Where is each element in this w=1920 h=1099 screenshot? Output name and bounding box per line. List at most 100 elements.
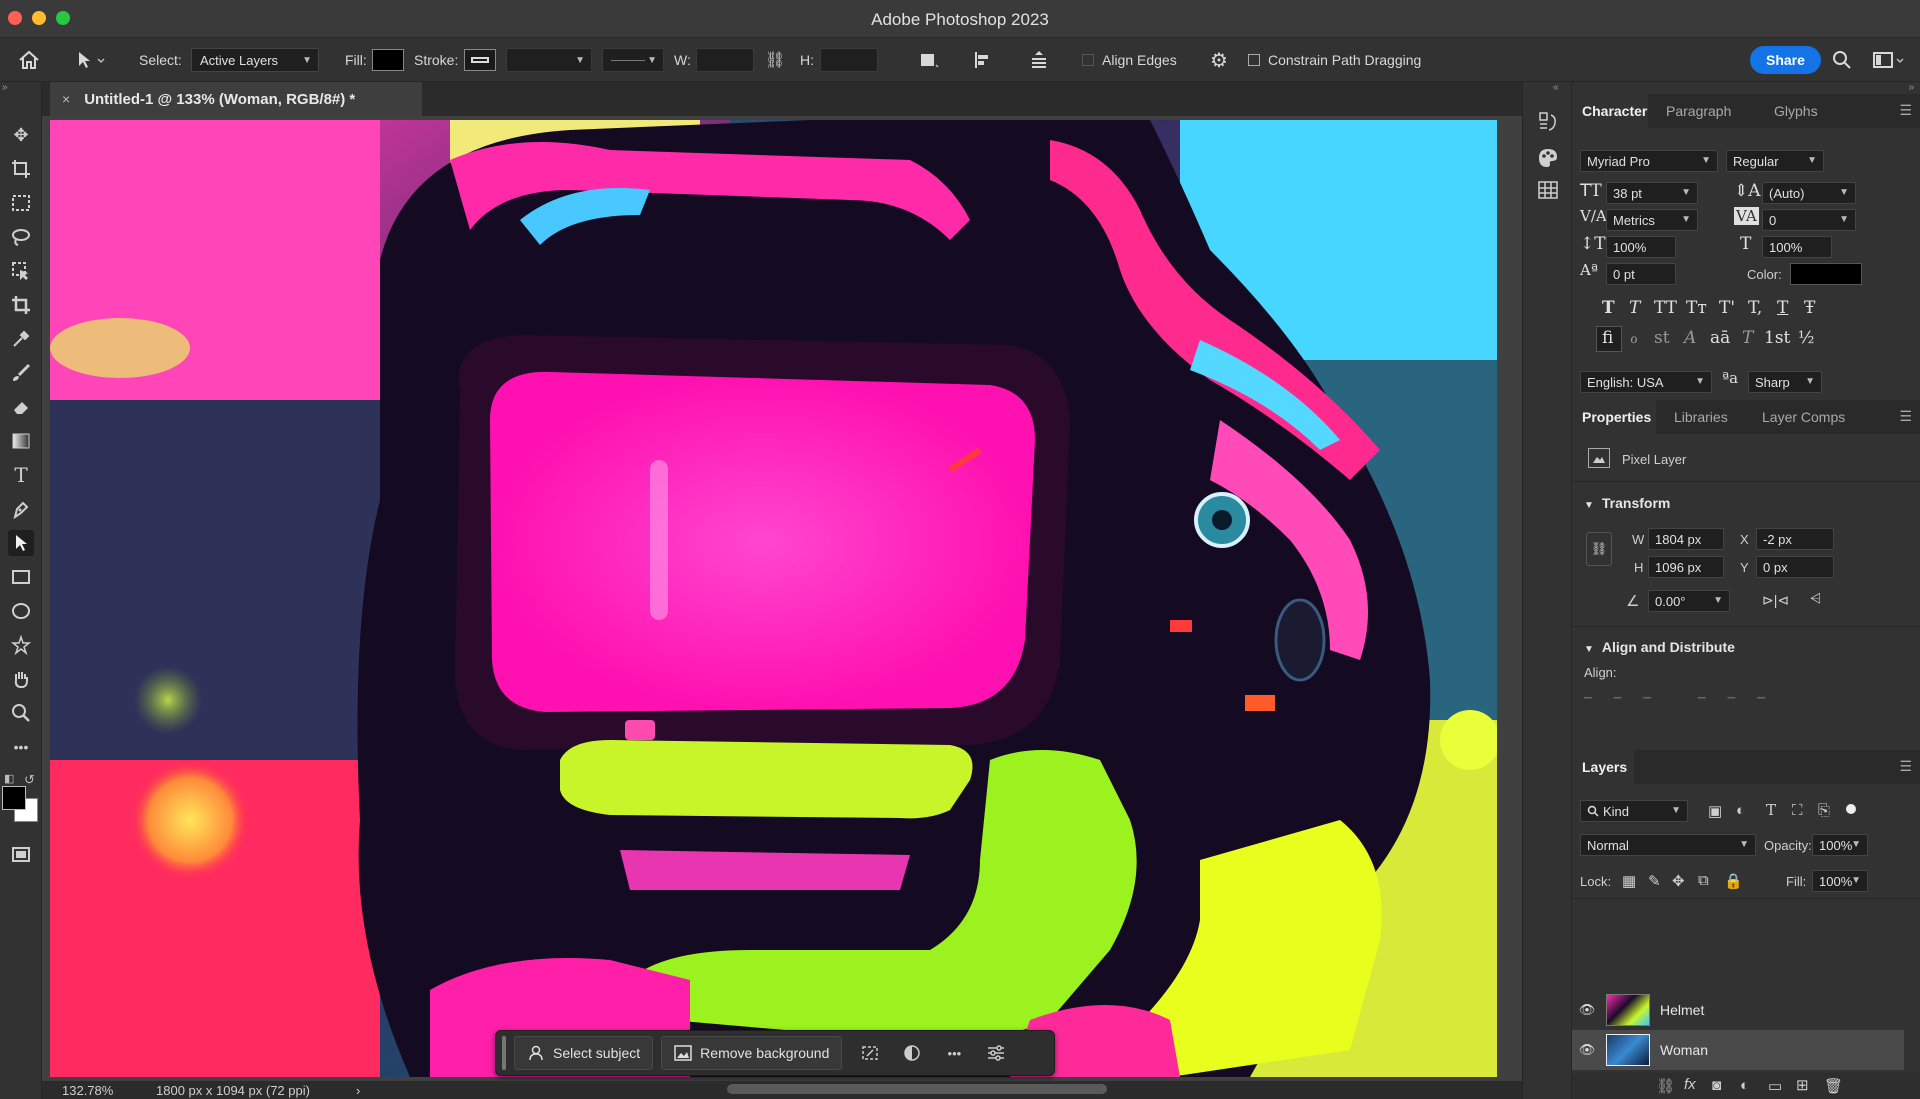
ordinals-button[interactable]: 1st xyxy=(1764,328,1790,348)
small-caps-button[interactable]: Tт xyxy=(1686,298,1707,318)
faux-bold-button[interactable]: T xyxy=(1602,298,1615,318)
filter-toggle-icon[interactable] xyxy=(1846,804,1856,814)
horizontal-scale-field[interactable]: 100% xyxy=(1762,236,1832,258)
ellipse-tool-icon[interactable] xyxy=(8,598,34,624)
new-group-icon[interactable]: ▭ xyxy=(1768,1077,1782,1095)
lock-all-icon[interactable]: 🔒 xyxy=(1724,872,1743,890)
layer-style-fx-icon[interactable]: fx xyxy=(1684,1076,1696,1093)
contextual-alternates-button[interactable]: ℴ xyxy=(1630,328,1638,348)
more-options-icon[interactable]: ••• xyxy=(936,1036,972,1070)
new-layer-icon[interactable]: ⊞ xyxy=(1796,1076,1809,1094)
move-tool-icon[interactable]: ✥ xyxy=(8,122,34,148)
align-distribute-section-title[interactable]: ▼ Align and Distribute xyxy=(1584,639,1735,655)
filter-shape-icon[interactable]: ⛶ xyxy=(1792,802,1803,819)
tab-layer-comps[interactable]: Layer Comps xyxy=(1752,400,1855,434)
color-palette-icon[interactable] xyxy=(1536,146,1560,170)
transform-section-title[interactable]: ▼ Transform xyxy=(1584,495,1670,511)
status-menu-arrow[interactable]: › xyxy=(356,1083,360,1098)
select-subject-button[interactable]: Select subject xyxy=(514,1036,654,1070)
direct-selection-tool-icon[interactable] xyxy=(8,530,34,556)
tab-layers[interactable]: Layers xyxy=(1572,750,1634,784)
path-selection-tool-icon[interactable] xyxy=(76,38,106,82)
align-buttons-row[interactable]: ▁▁▁ ▁▁▁ xyxy=(1584,688,1814,699)
drag-handle[interactable] xyxy=(502,1036,506,1070)
lock-transparent-icon[interactable]: ▦ xyxy=(1622,872,1636,890)
swash-button[interactable]: A xyxy=(1684,328,1696,348)
layer-filter-kind-dropdown[interactable]: Kind ▼ xyxy=(1580,800,1688,822)
strikethrough-button[interactable]: Ŧ xyxy=(1804,298,1815,318)
panel-menu-icon[interactable]: ☰ xyxy=(1899,102,1912,119)
transform-width-field[interactable]: 1804 px xyxy=(1648,528,1724,550)
constrain-path-checkbox[interactable] xyxy=(1248,54,1260,66)
fill-swatch[interactable] xyxy=(372,49,404,71)
filter-smart-object-icon[interactable]: ⎘ xyxy=(1818,802,1830,819)
subscript-button[interactable]: T, xyxy=(1748,298,1762,318)
crop-tool-icon[interactable] xyxy=(8,292,34,318)
path-operations-icon[interactable] xyxy=(918,38,940,82)
discretionary-ligatures-button[interactable]: st xyxy=(1654,328,1670,348)
tab-character[interactable]: Character xyxy=(1572,94,1648,128)
gradient-tool-icon[interactable] xyxy=(8,428,34,454)
leading-field[interactable]: (Auto) ▼ xyxy=(1762,182,1856,204)
width-field[interactable] xyxy=(696,48,754,72)
faux-italic-button[interactable]: T xyxy=(1629,298,1640,318)
font-style-dropdown[interactable]: Regular ▼ xyxy=(1726,150,1824,172)
zoom-level[interactable]: 132.78% xyxy=(62,1083,113,1098)
path-arrangement-icon[interactable] xyxy=(1027,38,1051,82)
height-field[interactable] xyxy=(820,48,878,72)
antialias-dropdown[interactable]: Sharp ▼ xyxy=(1748,371,1822,393)
align-edges-checkbox[interactable] xyxy=(1082,54,1094,66)
brush-tool-icon[interactable] xyxy=(8,360,34,386)
stroke-swatch[interactable] xyxy=(464,49,496,71)
fill-field[interactable]: 100% ▼ xyxy=(1812,870,1868,892)
filter-type-icon[interactable]: T xyxy=(1766,801,1776,819)
stylistic-alternates-button[interactable]: aā xyxy=(1710,328,1730,348)
filter-adjustment-icon[interactable]: ◐ xyxy=(1736,802,1745,819)
remove-background-button[interactable]: Remove background xyxy=(661,1036,843,1070)
transform-y-field[interactable]: 0 px xyxy=(1756,556,1834,578)
link-dimensions-icon[interactable]: ⛓ xyxy=(1586,532,1612,566)
collapse-toolbar-icon[interactable]: » xyxy=(2,82,8,93)
object-selection-tool-icon[interactable] xyxy=(8,258,34,284)
panel-menu-icon[interactable]: ☰ xyxy=(1899,408,1912,425)
font-size-field[interactable]: 38 pt ▼ xyxy=(1606,182,1698,204)
link-layers-icon[interactable]: ⛓ xyxy=(1656,1077,1675,1095)
titling-alternates-button[interactable]: T xyxy=(1742,328,1753,348)
lasso-tool-icon[interactable] xyxy=(8,224,34,250)
trash-icon[interactable]: 🗑 xyxy=(1824,1077,1843,1095)
vertical-scale-field[interactable]: 100% xyxy=(1606,236,1676,258)
zoom-tool-icon[interactable] xyxy=(8,700,34,726)
type-tool-icon[interactable]: T xyxy=(8,462,34,488)
eyedropper-tool-icon[interactable] xyxy=(8,326,34,352)
hand-tool-icon[interactable] xyxy=(8,666,34,692)
tab-paragraph[interactable]: Paragraph xyxy=(1656,94,1741,128)
transform-selection-icon[interactable] xyxy=(852,1036,888,1070)
quick-mask-icon[interactable] xyxy=(8,842,34,868)
language-dropdown[interactable]: English: USA ▼ xyxy=(1580,371,1712,393)
kerning-field[interactable]: Metrics ▼ xyxy=(1606,209,1698,231)
workspace-icon[interactable] xyxy=(1872,38,1904,82)
rectangle-tool-icon[interactable] xyxy=(8,564,34,590)
custom-shape-tool-icon[interactable] xyxy=(8,632,34,658)
swatches-grid-icon[interactable] xyxy=(1536,178,1560,202)
gear-icon[interactable]: ⚙ xyxy=(1210,38,1228,82)
default-colors-icon[interactable]: ◧ xyxy=(4,772,14,785)
path-alignment-icon[interactable] xyxy=(972,38,994,82)
transform-height-field[interactable]: 1096 px xyxy=(1648,556,1724,578)
settings-sliders-icon[interactable] xyxy=(978,1036,1014,1070)
underline-button[interactable]: T xyxy=(1777,298,1788,318)
visibility-eye-icon[interactable]: 👁 xyxy=(1572,1002,1602,1018)
font-family-dropdown[interactable]: Myriad Pro ▼ xyxy=(1580,150,1718,172)
share-button[interactable]: Share xyxy=(1750,46,1821,74)
history-icon[interactable] xyxy=(1536,110,1560,134)
flip-vertical-icon[interactable]: ⩤ xyxy=(1810,590,1821,607)
lock-position-icon[interactable]: ✥ xyxy=(1672,872,1685,890)
fractions-button[interactable]: ½ xyxy=(1798,328,1814,348)
eraser-tool-icon[interactable] xyxy=(8,394,34,420)
opacity-field[interactable]: 100% ▼ xyxy=(1812,834,1868,856)
collapse-strip-icon[interactable]: « xyxy=(1553,82,1559,93)
layer-row-woman[interactable]: 👁 Woman xyxy=(1572,1030,1904,1070)
filter-pixel-icon[interactable]: ▣ xyxy=(1708,802,1722,820)
stroke-type-dropdown[interactable]: ▼ xyxy=(602,48,664,72)
flip-horizontal-icon[interactable]: ⊳|⊲ xyxy=(1762,592,1789,609)
